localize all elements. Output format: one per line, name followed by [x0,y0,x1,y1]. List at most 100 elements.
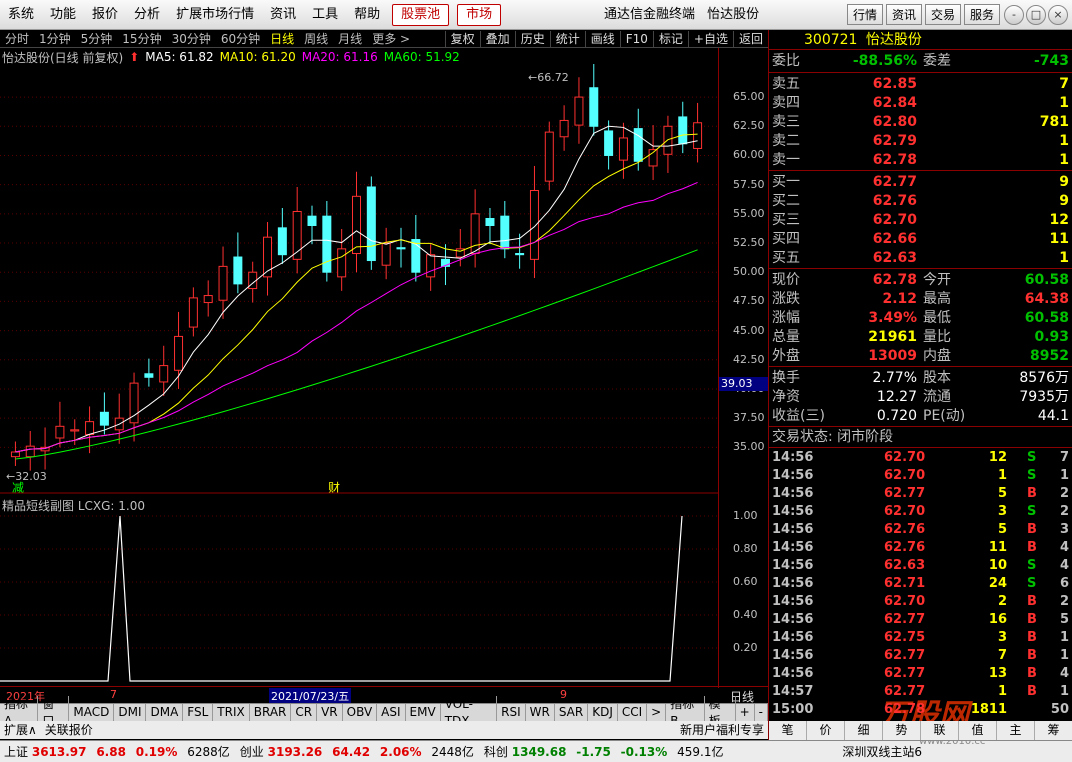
server-status[interactable]: 深圳双线主站6 [842,743,922,760]
menu-quote[interactable]: 报价 [84,0,126,30]
indicator-tab[interactable]: - [755,704,769,721]
f10-button[interactable]: F10 [619,31,653,47]
period-weekly[interactable]: 周线 [299,30,333,48]
tick-row[interactable]: 14:56 62.70 2 B 2 [771,593,1071,611]
indicator-tab[interactable]: > [647,704,667,721]
kc-index[interactable]: 科创 1349.68 -1.75 -0.13% 459.1亿 [484,743,724,760]
indicator-tab[interactable]: BRAR [250,704,292,721]
indicator-tab[interactable]: MACD [69,704,115,721]
tick-row[interactable]: 14:56 62.70 3 S 2 [771,503,1071,521]
trade-button[interactable]: 交易 [924,4,961,25]
period-15min[interactable]: 15分钟 [117,30,166,48]
quote-tab[interactable]: 筹 [1035,721,1072,740]
news-button[interactable]: 资讯 [885,4,922,25]
period-60min[interactable]: 60分钟 [216,30,265,48]
period-1min[interactable]: 1分钟 [34,30,76,48]
menu-analysis[interactable]: 分析 [126,0,168,30]
indicator-tab[interactable]: FSL [183,704,214,721]
tick-row[interactable]: 14:56 62.70 1 S 1 [771,467,1071,485]
sh-index[interactable]: 上证 3613.97 6.88 0.19% 6288亿 [4,743,230,760]
menu-tools[interactable]: 工具 [304,0,346,30]
indicator-tab[interactable]: EMV [406,704,441,721]
indicator-tab[interactable]: SAR [555,704,589,721]
ask-row[interactable]: 卖二 62.79 1 [771,132,1071,151]
draw-button[interactable]: 画线 [584,31,620,47]
bid-row[interactable]: 买五 62.63 1 [771,249,1071,268]
menu-function[interactable]: 功能 [42,0,84,30]
minimize-icon[interactable]: - [1004,5,1024,25]
tick-row[interactable]: 14:56 62.77 13 B 4 [771,665,1071,683]
period-daily[interactable]: 日线 [265,30,299,48]
menu-stock-pool[interactable]: 股票池 [392,3,450,26]
quote-tab[interactable]: 联 [921,721,959,740]
indicator-tab[interactable]: RSI [497,704,526,721]
indicator-tab[interactable]: KDJ [588,704,618,721]
extend-toggle[interactable]: 扩展∧ [0,722,41,739]
tick-row[interactable]: 14:56 62.75 3 B 1 [771,629,1071,647]
candlestick-chart[interactable]: ←66.72←32.03减财 [0,64,718,494]
close-icon[interactable]: × [1048,5,1068,25]
indicator-tab[interactable]: OBV [343,704,378,721]
history-button[interactable]: 历史 [514,31,550,47]
period-more[interactable]: 更多 > [367,30,415,48]
indicator-chart[interactable] [0,496,718,686]
tick-row[interactable]: 14:56 62.77 16 B 5 [771,611,1071,629]
tick-row[interactable]: 14:56 62.77 7 B 1 [771,647,1071,665]
period-30min[interactable]: 30分钟 [167,30,216,48]
add-watchlist-button[interactable]: +自选 [687,31,733,47]
quote-tab[interactable]: 价 [807,721,845,740]
period-monthly[interactable]: 月线 [333,30,367,48]
quote-tab[interactable]: 主 [997,721,1035,740]
indicator-tab[interactable]: CCI [618,704,648,721]
back-button[interactable]: 返回 [732,31,768,47]
ask-row[interactable]: 卖一 62.78 1 [771,151,1071,170]
cy-index[interactable]: 创业 3193.26 64.42 2.06% 2448亿 [240,743,474,760]
bid-row[interactable]: 买四 62.66 11 [771,230,1071,249]
period-timeshare[interactable]: 分时 [0,30,34,48]
overlay-button[interactable]: 叠加 [479,31,515,47]
indicator-tab[interactable]: + [736,704,755,721]
ask-row[interactable]: 卖五 62.85 7 [771,75,1071,94]
ask-row[interactable]: 卖三 62.80 781 [771,113,1071,132]
bid-row[interactable]: 买一 62.77 9 [771,173,1071,192]
indicator-tab[interactable]: DMI [114,704,147,721]
stat-label: 量比 [923,329,951,345]
bid-row[interactable]: 买三 62.70 12 [771,211,1071,230]
adjust-button[interactable]: 复权 [444,31,480,47]
indicator-tick: 0.40 [733,608,758,621]
indicator-tab[interactable]: ASI [377,704,406,721]
tick-row[interactable]: 14:56 62.70 12 S 7 [771,449,1071,467]
new-user-promo[interactable]: 新用户福利专享 [676,722,768,739]
menu-help[interactable]: 帮助 [346,0,388,30]
menu-extended-market[interactable]: 扩展市场行情 [168,0,262,30]
indicator-tab[interactable]: DMA [146,704,184,721]
indicator-tab[interactable]: CR [291,704,318,721]
mark-button[interactable]: 标记 [652,31,688,47]
tick-row[interactable]: 14:56 62.76 5 B 3 [771,521,1071,539]
tick-row[interactable]: 14:56 62.76 11 B 4 [771,539,1071,557]
period-5min[interactable]: 5分钟 [76,30,118,48]
maximize-icon[interactable]: □ [1026,5,1046,25]
menu-system[interactable]: 系统 [0,0,42,30]
service-button[interactable]: 服务 [963,4,1000,25]
tick-row[interactable]: 14:57 62.77 1 B 1 [771,683,1071,701]
indicator-tab[interactable]: TRIX [213,704,250,721]
quote-tab[interactable]: 笔 [769,721,807,740]
related-quotes-tab[interactable]: 关联报价 [41,722,97,739]
tick-row[interactable]: 14:56 62.63 10 S 4 [771,557,1071,575]
tick-row[interactable]: 14:56 62.77 5 B 2 [771,485,1071,503]
tick-row[interactable]: 14:56 62.71 24 S 6 [771,575,1071,593]
quote-button[interactable]: 行情 [846,4,883,25]
tick-side: B [1027,486,1037,501]
quote-tab[interactable]: 值 [959,721,997,740]
menu-news[interactable]: 资讯 [262,0,304,30]
tick-row[interactable]: 15:00 62.78 1811 50 [771,701,1071,719]
stats-button[interactable]: 统计 [549,31,585,47]
bid-row[interactable]: 买二 62.76 9 [771,192,1071,211]
quote-tab[interactable]: 势 [883,721,921,740]
menu-market[interactable]: 市场 [457,3,502,26]
indicator-tab[interactable]: WR [526,704,555,721]
quote-tab[interactable]: 细 [845,721,883,740]
ask-row[interactable]: 卖四 62.84 1 [771,94,1071,113]
indicator-tab[interactable]: VR [317,704,343,721]
